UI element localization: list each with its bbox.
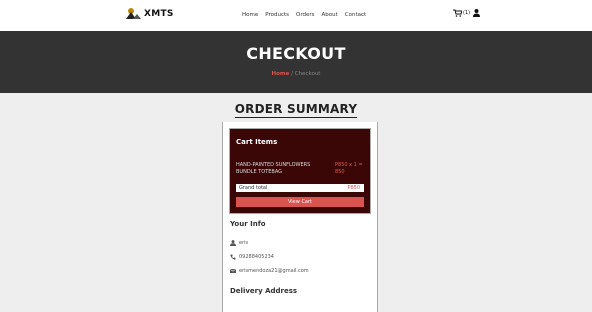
delivery-address-heading: Delivery Address — [230, 287, 298, 295]
logo-text: XMTS — [144, 8, 174, 19]
order-summary-heading: ORDER SUMMARY — [234, 102, 358, 118]
order-summary-heading-wrap: ORDER SUMMARY — [0, 98, 592, 118]
breadcrumb-current: Checkout — [294, 71, 321, 77]
info-phone-row: 09288405234 — [230, 254, 274, 260]
page-title: CHECKOUT — [246, 44, 346, 63]
checkout-hero: CHECKOUT Home / Checkout — [0, 31, 592, 93]
nav-home[interactable]: Home — [242, 12, 258, 18]
nav-orders[interactable]: Orders — [296, 12, 315, 18]
order-summary-panel: Cart Items HAND-PAINTED SUNFLOWERS BUNDL… — [222, 122, 378, 312]
nav-about[interactable]: About — [322, 12, 338, 18]
breadcrumb: Home / Checkout — [0, 71, 592, 77]
info-name: eris — [239, 240, 249, 246]
nav-icons: (1) — [453, 9, 481, 17]
grand-total-row: Grand total P850 — [236, 184, 364, 192]
cart-items-box: Cart Items HAND-PAINTED SUNFLOWERS BUNDL… — [229, 128, 371, 214]
user-icon[interactable] — [473, 9, 481, 17]
info-name-row: eris — [230, 240, 248, 246]
cart-item-price: P850 x 1 = 850 — [335, 162, 363, 175]
top-navbar: XMTS Home Products Orders About Contact … — [0, 0, 592, 31]
envelope-icon — [230, 268, 236, 273]
phone-icon — [230, 254, 236, 260]
cart-title: Cart Items — [236, 138, 278, 146]
breadcrumb-home[interactable]: Home — [272, 71, 290, 77]
logo-mark-icon — [126, 8, 141, 19]
grand-total-value: P850 — [347, 185, 360, 191]
nav-contact[interactable]: Contact — [345, 12, 366, 18]
cart-icon — [453, 9, 462, 17]
main-nav: Home Products Orders About Contact — [242, 12, 366, 18]
nav-products[interactable]: Products — [265, 12, 289, 18]
cart-link[interactable]: (1) — [453, 9, 470, 17]
user-icon — [230, 240, 236, 246]
info-email: erismendoza21@gmail.com — [239, 268, 309, 274]
your-info-heading: Your Info — [230, 220, 266, 228]
cart-count: (1) — [463, 10, 471, 16]
view-cart-button[interactable]: View Cart — [236, 197, 364, 207]
info-phone: 09288405234 — [239, 254, 274, 260]
logo[interactable]: XMTS — [125, 7, 174, 20]
grand-total-label: Grand total — [239, 185, 268, 191]
info-email-row: erismendoza21@gmail.com — [230, 268, 309, 274]
cart-item-name: HAND-PAINTED SUNFLOWERS BUNDLE TOTEBAG — [236, 162, 311, 175]
